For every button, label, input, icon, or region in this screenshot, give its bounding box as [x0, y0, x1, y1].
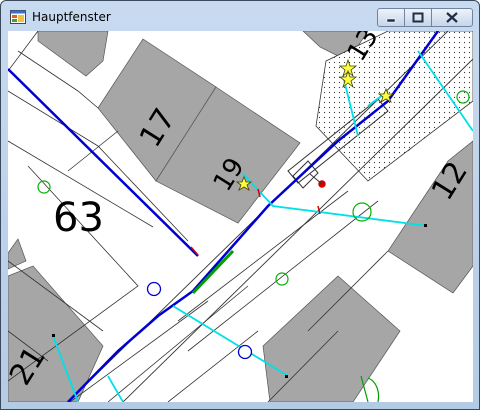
- caption-buttons: [377, 8, 473, 27]
- maximize-button[interactable]: [404, 8, 432, 27]
- building-corner[interactable]: [37, 31, 109, 77]
- close-button[interactable]: [431, 8, 473, 27]
- building-shed[interactable]: [262, 275, 401, 402]
- house-number-63: 63: [53, 195, 104, 241]
- window-title: Hauptfenster: [32, 10, 111, 24]
- lot-outline-small: [292, 160, 319, 189]
- building-bottom[interactable]: [8, 238, 27, 270]
- close-icon: [446, 12, 458, 23]
- title-bar[interactable]: Hauptfenster: [1, 1, 479, 31]
- main-window: Hauptfenster 17 19 13 12 21 63: [0, 0, 480, 410]
- app-icon: [10, 10, 26, 24]
- minimize-icon: [386, 18, 396, 23]
- map-canvas[interactable]: 17 19 13 12 21 63: [8, 31, 473, 402]
- minimize-button[interactable]: [377, 8, 405, 27]
- maximize-icon: [412, 12, 424, 23]
- hydrants[interactable]: [146, 281, 253, 360]
- building-12[interactable]: [387, 140, 473, 294]
